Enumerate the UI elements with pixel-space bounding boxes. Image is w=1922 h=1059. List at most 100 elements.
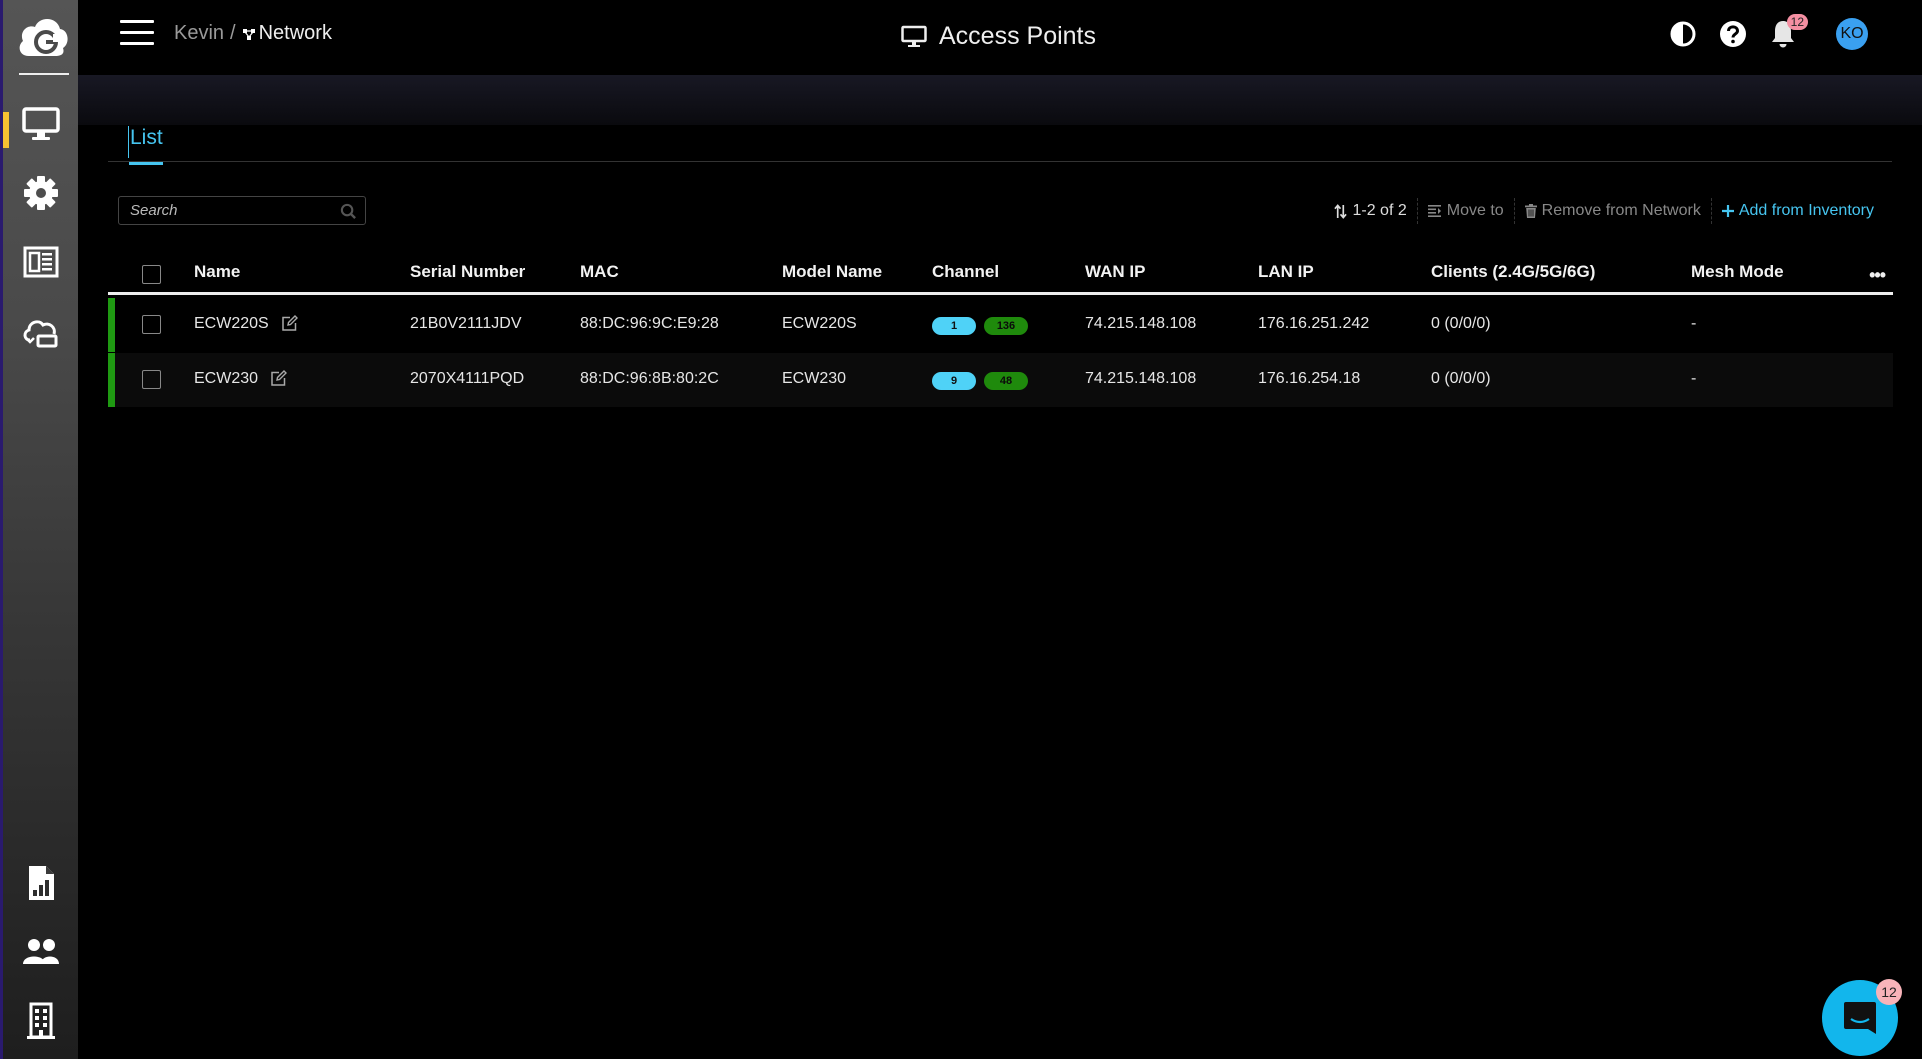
cloud-device-icon (23, 320, 57, 348)
cell-wan-ip: 74.215.148.108 (1085, 315, 1197, 332)
channel-5g-badge: 48 (984, 372, 1028, 390)
add-label: Add from Inventory (1738, 202, 1874, 219)
column-header-serial[interactable]: Serial Number (410, 262, 525, 282)
sort-count[interactable]: 1-2 of 2 (1324, 198, 1416, 224)
edit-icon[interactable] (270, 370, 288, 387)
cell-model: ECW220S (782, 315, 857, 332)
sidebar-item-devices[interactable] (3, 96, 78, 152)
table-actions: 1-2 of 2 Move to Remove from Network Add… (1324, 198, 1884, 224)
cell-mac: 88:DC:96:9C:E9:28 (580, 315, 719, 332)
gcloud-logo-icon[interactable] (15, 12, 69, 62)
monitor-icon (901, 25, 927, 47)
column-header-channel[interactable]: Channel (932, 262, 999, 282)
remove-from-network-button[interactable]: Remove from Network (1513, 198, 1711, 224)
column-header-wan-ip[interactable]: WAN IP (1085, 262, 1145, 282)
tab-list[interactable]: List (128, 126, 163, 165)
search-input[interactable] (119, 197, 365, 224)
trash-icon (1524, 204, 1537, 218)
breadcrumb-separator: / (230, 22, 236, 44)
cell-channel: 9 48 (932, 371, 1036, 390)
device-name[interactable]: ECW220S (194, 315, 269, 332)
contrast-icon (1670, 21, 1696, 47)
cell-mesh-mode: - (1691, 315, 1697, 332)
breadcrumb-current[interactable]: Network (242, 22, 332, 45)
notification-badge: 12 (1786, 14, 1808, 30)
gear-icon (23, 176, 58, 210)
cell-name: ECW220S (194, 315, 299, 333)
row-checkbox[interactable] (142, 315, 161, 334)
menu-toggle-button[interactable] (120, 20, 154, 46)
sidebar-item-users[interactable] (3, 924, 78, 980)
building-icon (26, 1002, 55, 1039)
edit-icon[interactable] (281, 315, 299, 332)
channel-5g-badge: 136 (984, 317, 1028, 335)
chat-icon (1844, 1002, 1876, 1034)
column-header-mesh-mode[interactable]: Mesh Mode (1691, 262, 1784, 282)
sidebar-item-settings[interactable] (3, 165, 78, 221)
monitor-icon (21, 107, 60, 140)
cell-clients: 0 (0/0/0) (1431, 370, 1491, 387)
column-header-lan-ip[interactable]: LAN IP (1258, 262, 1314, 282)
breadcrumb: Kevin / Network (174, 22, 332, 45)
chat-badge: 12 (1876, 979, 1902, 1005)
help-icon (1720, 21, 1746, 47)
column-header-model[interactable]: Model Name (782, 262, 882, 282)
device-name[interactable]: ECW230 (194, 370, 258, 387)
report-icon (28, 866, 54, 900)
cell-lan-ip: 176.16.254.18 (1258, 370, 1361, 387)
sidebar (0, 0, 78, 1059)
plus-icon (1721, 205, 1734, 217)
cell-serial: 2070X4111PQD (410, 370, 525, 387)
column-options-button[interactable]: ••• (1869, 265, 1886, 286)
search-box (118, 196, 366, 225)
table-row[interactable]: ECW220S 21B0V2111JDV 88:DC:96:9C:E9:28 E… (108, 298, 1893, 352)
cell-serial: 21B0V2111JDV (410, 315, 522, 332)
move-to-label: Move to (1446, 202, 1504, 219)
page-title-text: Access Points (939, 22, 1097, 50)
top-header: Kevin / Network Access Points 12 KO (78, 0, 1922, 75)
cell-channel: 1 136 (932, 316, 1036, 335)
network-icon (242, 28, 255, 40)
support-chat-button[interactable]: 12 (1822, 979, 1902, 1056)
table-row[interactable]: ECW230 2070X4111PQD 88:DC:96:8B:80:2C EC… (108, 353, 1893, 407)
breadcrumb-current-label: Network (258, 22, 332, 44)
move-to-button[interactable]: Move to (1416, 198, 1514, 224)
notifications-button[interactable]: 12 (1768, 14, 1808, 49)
channel-2g-badge: 9 (932, 372, 976, 390)
column-header-name[interactable]: Name (194, 262, 240, 282)
remove-label: Remove from Network (1541, 202, 1701, 219)
add-from-inventory-button[interactable]: Add from Inventory (1710, 198, 1884, 224)
cell-mesh-mode: - (1691, 370, 1697, 387)
sidebar-item-reports[interactable] (3, 855, 78, 911)
layout-icon (23, 246, 58, 278)
channel-2g-badge: 1 (932, 317, 976, 335)
search-icon[interactable] (340, 203, 357, 220)
content-header-band (78, 75, 1922, 125)
cell-lan-ip: 176.16.251.242 (1258, 315, 1370, 332)
cell-mac: 88:DC:96:8B:80:2C (580, 370, 719, 387)
row-checkbox[interactable] (142, 370, 161, 389)
help-button[interactable] (1718, 19, 1748, 49)
sidebar-item-organization[interactable] (3, 993, 78, 1049)
column-header-clients[interactable]: Clients (2.4G/5G/6G) (1431, 262, 1595, 282)
tab-bar: List (108, 120, 1892, 165)
table-header: Name Serial Number MAC Model Name Channe… (108, 253, 1893, 295)
cell-name: ECW230 (194, 370, 288, 388)
cell-wan-ip: 74.215.148.108 (1085, 370, 1197, 387)
theme-toggle-button[interactable] (1668, 19, 1698, 49)
select-all-checkbox[interactable] (142, 265, 161, 284)
logo-divider (19, 73, 69, 75)
hamburger-icon (120, 20, 154, 23)
sidebar-item-dashboard[interactable] (3, 234, 78, 290)
sort-icon (1334, 203, 1348, 219)
breadcrumb-root[interactable]: Kevin (174, 22, 224, 45)
sidebar-item-cloud-sync[interactable] (3, 304, 78, 360)
access-points-table: Name Serial Number MAC Model Name Channe… (108, 253, 1893, 407)
move-icon (1427, 205, 1441, 217)
cell-clients: 0 (0/0/0) (1431, 315, 1491, 332)
column-header-mac[interactable]: MAC (580, 262, 619, 282)
pagination-count: 1-2 of 2 (1352, 202, 1407, 219)
page-title: Access Points (901, 22, 1096, 51)
user-avatar[interactable]: KO (1836, 18, 1868, 50)
cell-model: ECW230 (782, 370, 847, 387)
